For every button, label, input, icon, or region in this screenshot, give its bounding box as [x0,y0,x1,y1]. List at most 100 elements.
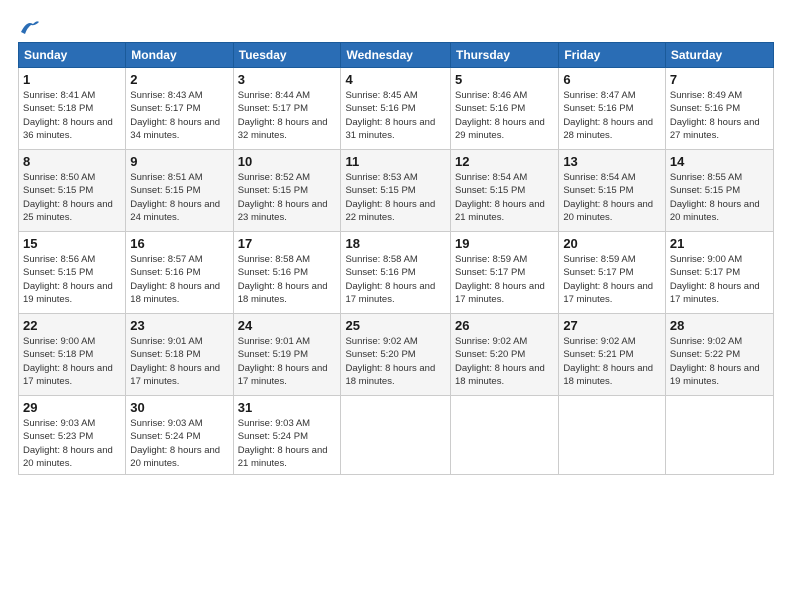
day-number: 6 [563,72,661,87]
table-cell: 6 Sunrise: 8:47 AMSunset: 5:16 PMDayligh… [559,68,666,150]
day-info: Sunrise: 8:49 AMSunset: 5:16 PMDaylight:… [670,90,760,141]
day-number: 15 [23,236,121,251]
day-number: 25 [345,318,446,333]
table-cell [665,396,773,475]
logo [18,18,42,32]
table-cell: 8 Sunrise: 8:50 AMSunset: 5:15 PMDayligh… [19,150,126,232]
day-info: Sunrise: 9:00 AMSunset: 5:17 PMDaylight:… [670,254,760,305]
day-info: Sunrise: 9:02 AMSunset: 5:21 PMDaylight:… [563,336,653,387]
table-cell: 22 Sunrise: 9:00 AMSunset: 5:18 PMDaylig… [19,314,126,396]
day-info: Sunrise: 8:53 AMSunset: 5:15 PMDaylight:… [345,172,435,223]
table-cell: 3 Sunrise: 8:44 AMSunset: 5:17 PMDayligh… [233,68,341,150]
table-cell: 28 Sunrise: 9:02 AMSunset: 5:22 PMDaylig… [665,314,773,396]
day-number: 28 [670,318,769,333]
day-number: 22 [23,318,121,333]
day-info: Sunrise: 8:46 AMSunset: 5:16 PMDaylight:… [455,90,545,141]
table-cell: 25 Sunrise: 9:02 AMSunset: 5:20 PMDaylig… [341,314,451,396]
day-number: 14 [670,154,769,169]
day-number: 7 [670,72,769,87]
table-cell: 21 Sunrise: 9:00 AMSunset: 5:17 PMDaylig… [665,232,773,314]
day-info: Sunrise: 9:03 AMSunset: 5:24 PMDaylight:… [130,418,220,469]
day-info: Sunrise: 8:56 AMSunset: 5:15 PMDaylight:… [23,254,113,305]
table-cell: 27 Sunrise: 9:02 AMSunset: 5:21 PMDaylig… [559,314,666,396]
table-cell [451,396,559,475]
day-number: 4 [345,72,446,87]
day-number: 11 [345,154,446,169]
table-cell: 5 Sunrise: 8:46 AMSunset: 5:16 PMDayligh… [451,68,559,150]
table-cell: 23 Sunrise: 9:01 AMSunset: 5:18 PMDaylig… [126,314,233,396]
day-info: Sunrise: 8:54 AMSunset: 5:15 PMDaylight:… [563,172,653,223]
day-number: 30 [130,400,228,415]
day-number: 3 [238,72,337,87]
day-number: 18 [345,236,446,251]
day-number: 10 [238,154,337,169]
table-cell: 19 Sunrise: 8:59 AMSunset: 5:17 PMDaylig… [451,232,559,314]
table-cell: 13 Sunrise: 8:54 AMSunset: 5:15 PMDaylig… [559,150,666,232]
col-friday: Friday [559,43,666,68]
header [18,18,774,32]
day-info: Sunrise: 9:03 AMSunset: 5:24 PMDaylight:… [238,418,328,469]
day-info: Sunrise: 8:57 AMSunset: 5:16 PMDaylight:… [130,254,220,305]
table-cell: 4 Sunrise: 8:45 AMSunset: 5:16 PMDayligh… [341,68,451,150]
day-number: 1 [23,72,121,87]
day-info: Sunrise: 8:44 AMSunset: 5:17 PMDaylight:… [238,90,328,141]
table-cell: 15 Sunrise: 8:56 AMSunset: 5:15 PMDaylig… [19,232,126,314]
table-cell: 12 Sunrise: 8:54 AMSunset: 5:15 PMDaylig… [451,150,559,232]
day-info: Sunrise: 9:01 AMSunset: 5:18 PMDaylight:… [130,336,220,387]
table-cell: 14 Sunrise: 8:55 AMSunset: 5:15 PMDaylig… [665,150,773,232]
day-info: Sunrise: 8:55 AMSunset: 5:15 PMDaylight:… [670,172,760,223]
day-number: 17 [238,236,337,251]
day-info: Sunrise: 9:02 AMSunset: 5:20 PMDaylight:… [345,336,435,387]
day-info: Sunrise: 8:51 AMSunset: 5:15 PMDaylight:… [130,172,220,223]
day-number: 8 [23,154,121,169]
table-cell: 29 Sunrise: 9:03 AMSunset: 5:23 PMDaylig… [19,396,126,475]
day-number: 26 [455,318,554,333]
table-cell: 30 Sunrise: 9:03 AMSunset: 5:24 PMDaylig… [126,396,233,475]
table-cell: 7 Sunrise: 8:49 AMSunset: 5:16 PMDayligh… [665,68,773,150]
day-info: Sunrise: 9:02 AMSunset: 5:22 PMDaylight:… [670,336,760,387]
day-number: 23 [130,318,228,333]
day-number: 9 [130,154,228,169]
day-info: Sunrise: 8:47 AMSunset: 5:16 PMDaylight:… [563,90,653,141]
col-tuesday: Tuesday [233,43,341,68]
table-cell: 24 Sunrise: 9:01 AMSunset: 5:19 PMDaylig… [233,314,341,396]
day-number: 27 [563,318,661,333]
table-cell: 26 Sunrise: 9:02 AMSunset: 5:20 PMDaylig… [451,314,559,396]
page: Sunday Monday Tuesday Wednesday Thursday… [0,0,792,612]
day-number: 13 [563,154,661,169]
day-number: 2 [130,72,228,87]
table-cell: 16 Sunrise: 8:57 AMSunset: 5:16 PMDaylig… [126,232,233,314]
day-info: Sunrise: 8:45 AMSunset: 5:16 PMDaylight:… [345,90,435,141]
day-info: Sunrise: 8:52 AMSunset: 5:15 PMDaylight:… [238,172,328,223]
day-info: Sunrise: 8:59 AMSunset: 5:17 PMDaylight:… [455,254,545,305]
table-cell: 20 Sunrise: 8:59 AMSunset: 5:17 PMDaylig… [559,232,666,314]
table-cell: 17 Sunrise: 8:58 AMSunset: 5:16 PMDaylig… [233,232,341,314]
day-info: Sunrise: 8:59 AMSunset: 5:17 PMDaylight:… [563,254,653,305]
col-monday: Monday [126,43,233,68]
header-row: Sunday Monday Tuesday Wednesday Thursday… [19,43,774,68]
table-cell: 11 Sunrise: 8:53 AMSunset: 5:15 PMDaylig… [341,150,451,232]
table-cell: 1 Sunrise: 8:41 AMSunset: 5:18 PMDayligh… [19,68,126,150]
day-number: 29 [23,400,121,415]
day-number: 31 [238,400,337,415]
table-cell: 31 Sunrise: 9:03 AMSunset: 5:24 PMDaylig… [233,396,341,475]
day-info: Sunrise: 8:41 AMSunset: 5:18 PMDaylight:… [23,90,113,141]
day-info: Sunrise: 9:00 AMSunset: 5:18 PMDaylight:… [23,336,113,387]
table-cell: 2 Sunrise: 8:43 AMSunset: 5:17 PMDayligh… [126,68,233,150]
day-number: 21 [670,236,769,251]
col-thursday: Thursday [451,43,559,68]
col-sunday: Sunday [19,43,126,68]
day-info: Sunrise: 8:58 AMSunset: 5:16 PMDaylight:… [345,254,435,305]
table-cell [559,396,666,475]
day-info: Sunrise: 8:58 AMSunset: 5:16 PMDaylight:… [238,254,328,305]
logo-bird-icon [19,18,41,36]
day-info: Sunrise: 9:03 AMSunset: 5:23 PMDaylight:… [23,418,113,469]
day-number: 24 [238,318,337,333]
day-number: 16 [130,236,228,251]
table-cell [341,396,451,475]
day-number: 12 [455,154,554,169]
day-number: 20 [563,236,661,251]
day-info: Sunrise: 9:01 AMSunset: 5:19 PMDaylight:… [238,336,328,387]
day-info: Sunrise: 8:43 AMSunset: 5:17 PMDaylight:… [130,90,220,141]
day-info: Sunrise: 8:50 AMSunset: 5:15 PMDaylight:… [23,172,113,223]
